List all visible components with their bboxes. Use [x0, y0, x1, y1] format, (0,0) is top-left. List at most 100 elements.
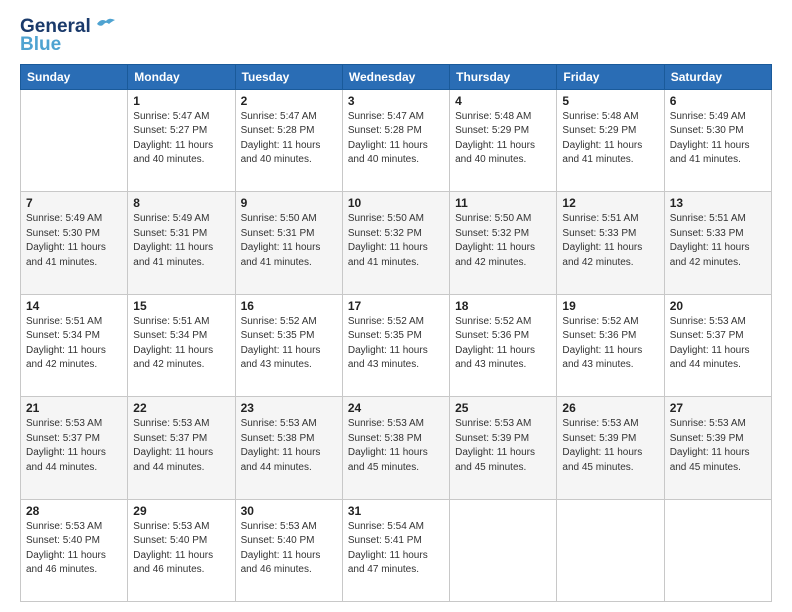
- calendar-cell: 5 Sunrise: 5:48 AM Sunset: 5:29 PM Daylig…: [557, 89, 664, 191]
- calendar-cell: 30 Sunrise: 5:53 AM Sunset: 5:40 PM Dayli…: [235, 499, 342, 601]
- calendar-cell: [21, 89, 128, 191]
- day-number: 17: [348, 299, 444, 313]
- calendar-cell: 14 Sunrise: 5:51 AM Sunset: 5:34 PM Dayli…: [21, 294, 128, 396]
- day-number: 24: [348, 401, 444, 415]
- logo-bird-icon: [95, 16, 117, 32]
- calendar-cell: 2 Sunrise: 5:47 AM Sunset: 5:28 PM Daylig…: [235, 89, 342, 191]
- calendar-cell: 9 Sunrise: 5:50 AM Sunset: 5:31 PM Daylig…: [235, 192, 342, 294]
- day-number: 19: [562, 299, 658, 313]
- calendar-cell: 8 Sunrise: 5:49 AM Sunset: 5:31 PM Daylig…: [128, 192, 235, 294]
- day-info: Sunrise: 5:53 AM Sunset: 5:37 PM Dayligh…: [670, 315, 766, 373]
- calendar-cell: 17 Sunrise: 5:52 AM Sunset: 5:35 PM Dayli…: [342, 294, 449, 396]
- calendar-cell: 11 Sunrise: 5:50 AM Sunset: 5:32 PM Dayli…: [450, 192, 557, 294]
- day-number: 15: [133, 299, 229, 313]
- day-number: 3: [348, 94, 444, 108]
- weekday-header-tuesday: Tuesday: [235, 64, 342, 89]
- calendar-cell: 28 Sunrise: 5:53 AM Sunset: 5:40 PM Dayli…: [21, 499, 128, 601]
- day-info: Sunrise: 5:51 AM Sunset: 5:33 PM Dayligh…: [562, 212, 658, 270]
- day-number: 25: [455, 401, 551, 415]
- calendar-cell: [450, 499, 557, 601]
- calendar-cell: 23 Sunrise: 5:53 AM Sunset: 5:38 PM Dayli…: [235, 397, 342, 499]
- day-number: 30: [241, 504, 337, 518]
- day-info: Sunrise: 5:52 AM Sunset: 5:35 PM Dayligh…: [241, 315, 337, 373]
- day-number: 13: [670, 196, 766, 210]
- day-number: 27: [670, 401, 766, 415]
- day-info: Sunrise: 5:50 AM Sunset: 5:31 PM Dayligh…: [241, 212, 337, 270]
- day-info: Sunrise: 5:53 AM Sunset: 5:40 PM Dayligh…: [133, 520, 229, 578]
- calendar-cell: 31Sunrise: 5:54 AM Sunset: 5:41 PM Dayli…: [342, 499, 449, 601]
- day-number: 10: [348, 196, 444, 210]
- day-info: Sunrise: 5:50 AM Sunset: 5:32 PM Dayligh…: [348, 212, 444, 270]
- calendar-cell: 21Sunrise: 5:53 AM Sunset: 5:37 PM Dayli…: [21, 397, 128, 499]
- day-info: Sunrise: 5:53 AM Sunset: 5:39 PM Dayligh…: [670, 417, 766, 475]
- day-number: 29: [133, 504, 229, 518]
- calendar-cell: 7 Sunrise: 5:49 AM Sunset: 5:30 PM Daylig…: [21, 192, 128, 294]
- calendar-cell: 20 Sunrise: 5:53 AM Sunset: 5:37 PM Dayli…: [664, 294, 771, 396]
- day-info: Sunrise: 5:53 AM Sunset: 5:40 PM Dayligh…: [26, 520, 122, 578]
- day-number: 8: [133, 196, 229, 210]
- day-info: Sunrise: 5:51 AM Sunset: 5:33 PM Dayligh…: [670, 212, 766, 270]
- calendar-cell: 19 Sunrise: 5:52 AM Sunset: 5:36 PM Dayli…: [557, 294, 664, 396]
- day-info: Sunrise: 5:49 AM Sunset: 5:31 PM Dayligh…: [133, 212, 229, 270]
- calendar-cell: 25 Sunrise: 5:53 AM Sunset: 5:39 PM Dayli…: [450, 397, 557, 499]
- day-info: Sunrise: 5:53 AM Sunset: 5:38 PM Dayligh…: [241, 417, 337, 475]
- weekday-header-sunday: Sunday: [21, 64, 128, 89]
- calendar-cell: 15 Sunrise: 5:51 AM Sunset: 5:34 PM Dayli…: [128, 294, 235, 396]
- day-number: 16: [241, 299, 337, 313]
- day-number: 11: [455, 196, 551, 210]
- calendar-cell: 6 Sunrise: 5:49 AM Sunset: 5:30 PM Daylig…: [664, 89, 771, 191]
- day-info: Sunrise: 5:53 AM Sunset: 5:37 PM Dayligh…: [133, 417, 229, 475]
- day-info: Sunrise: 5:53 AM Sunset: 5:39 PM Dayligh…: [455, 417, 551, 475]
- calendar-cell: 22 Sunrise: 5:53 AM Sunset: 5:37 PM Dayli…: [128, 397, 235, 499]
- header: General Blue: [20, 16, 772, 56]
- day-number: 2: [241, 94, 337, 108]
- day-number: 5: [562, 94, 658, 108]
- day-info: Sunrise: 5:53 AM Sunset: 5:39 PM Dayligh…: [562, 417, 658, 475]
- calendar-cell: 29 Sunrise: 5:53 AM Sunset: 5:40 PM Dayli…: [128, 499, 235, 601]
- day-info: Sunrise: 5:52 AM Sunset: 5:35 PM Dayligh…: [348, 315, 444, 373]
- day-number: 26: [562, 401, 658, 415]
- logo: General Blue: [20, 16, 117, 56]
- day-info: Sunrise: 5:53 AM Sunset: 5:40 PM Dayligh…: [241, 520, 337, 578]
- calendar-cell: 10 Sunrise: 5:50 AM Sunset: 5:32 PM Dayli…: [342, 192, 449, 294]
- day-info: Sunrise: 5:49 AM Sunset: 5:30 PM Dayligh…: [670, 110, 766, 168]
- day-number: 23: [241, 401, 337, 415]
- day-number: 18: [455, 299, 551, 313]
- calendar-week-2: 7 Sunrise: 5:49 AM Sunset: 5:30 PM Daylig…: [21, 192, 772, 294]
- day-info: Sunrise: 5:51 AM Sunset: 5:34 PM Dayligh…: [26, 315, 122, 373]
- calendar-cell: [557, 499, 664, 601]
- day-number: 9: [241, 196, 337, 210]
- calendar-cell: 1Sunrise: 5:47 AM Sunset: 5:27 PM Daylig…: [128, 89, 235, 191]
- weekday-header-row: SundayMondayTuesdayWednesdayThursdayFrid…: [21, 64, 772, 89]
- day-info: Sunrise: 5:53 AM Sunset: 5:37 PM Dayligh…: [26, 417, 122, 475]
- page: General Blue SundayMondayTuesdayWednesda…: [0, 0, 792, 612]
- day-info: Sunrise: 5:49 AM Sunset: 5:30 PM Dayligh…: [26, 212, 122, 270]
- day-number: 28: [26, 504, 122, 518]
- weekday-header-saturday: Saturday: [664, 64, 771, 89]
- calendar-cell: 18 Sunrise: 5:52 AM Sunset: 5:36 PM Dayli…: [450, 294, 557, 396]
- weekday-header-thursday: Thursday: [450, 64, 557, 89]
- calendar-cell: 26 Sunrise: 5:53 AM Sunset: 5:39 PM Dayli…: [557, 397, 664, 499]
- day-number: 14: [26, 299, 122, 313]
- day-info: Sunrise: 5:50 AM Sunset: 5:32 PM Dayligh…: [455, 212, 551, 270]
- day-info: Sunrise: 5:51 AM Sunset: 5:34 PM Dayligh…: [133, 315, 229, 373]
- day-number: 7: [26, 196, 122, 210]
- calendar-table: SundayMondayTuesdayWednesdayThursdayFrid…: [20, 64, 772, 602]
- day-info: Sunrise: 5:47 AM Sunset: 5:28 PM Dayligh…: [348, 110, 444, 168]
- day-number: 20: [670, 299, 766, 313]
- day-info: Sunrise: 5:48 AM Sunset: 5:29 PM Dayligh…: [562, 110, 658, 168]
- weekday-header-monday: Monday: [128, 64, 235, 89]
- weekday-header-wednesday: Wednesday: [342, 64, 449, 89]
- calendar-week-5: 28 Sunrise: 5:53 AM Sunset: 5:40 PM Dayli…: [21, 499, 772, 601]
- day-number: 1: [133, 94, 229, 108]
- day-number: 6: [670, 94, 766, 108]
- day-info: Sunrise: 5:52 AM Sunset: 5:36 PM Dayligh…: [455, 315, 551, 373]
- day-info: Sunrise: 5:47 AM Sunset: 5:28 PM Dayligh…: [241, 110, 337, 168]
- weekday-header-friday: Friday: [557, 64, 664, 89]
- calendar-cell: 24Sunrise: 5:53 AM Sunset: 5:38 PM Dayli…: [342, 397, 449, 499]
- day-number: 22: [133, 401, 229, 415]
- calendar-week-4: 21Sunrise: 5:53 AM Sunset: 5:37 PM Dayli…: [21, 397, 772, 499]
- calendar-cell: 12Sunrise: 5:51 AM Sunset: 5:33 PM Dayli…: [557, 192, 664, 294]
- day-info: Sunrise: 5:52 AM Sunset: 5:36 PM Dayligh…: [562, 315, 658, 373]
- calendar-cell: 27 Sunrise: 5:53 AM Sunset: 5:39 PM Dayli…: [664, 397, 771, 499]
